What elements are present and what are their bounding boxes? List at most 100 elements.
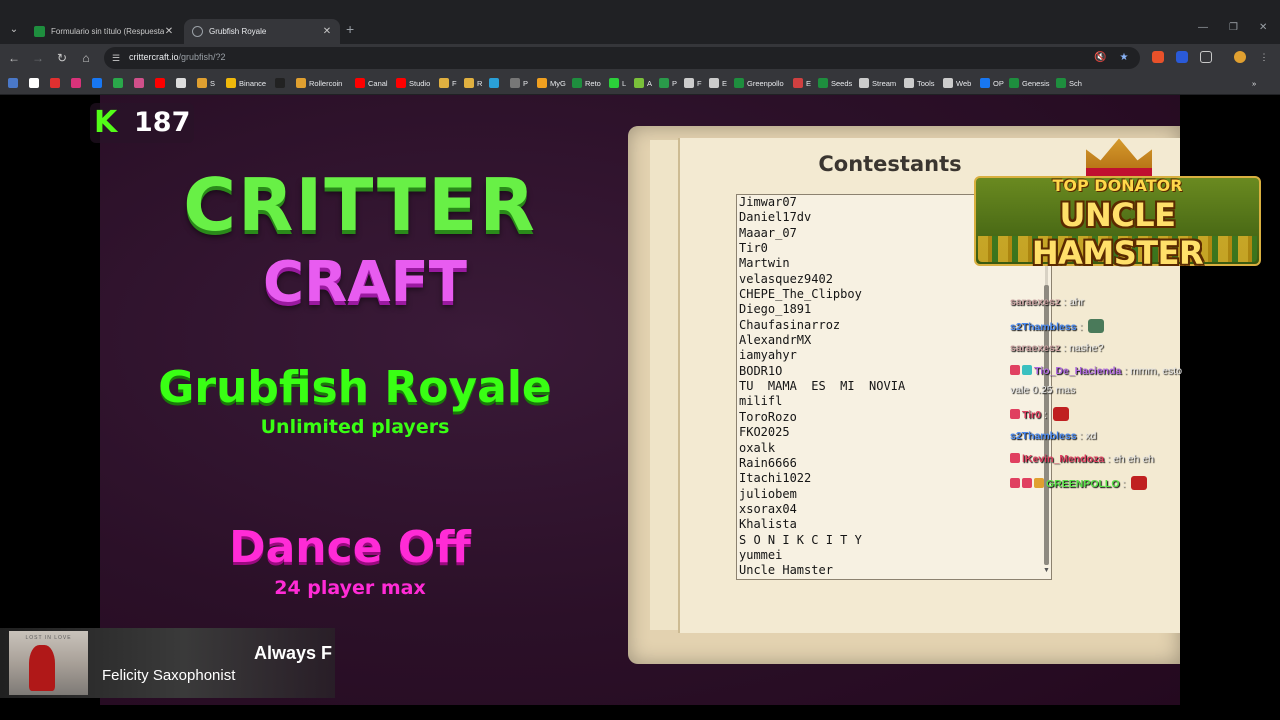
address-bar[interactable]: ☰ crittercraft.io/grubfish/?2 🔇 ★ [104,47,1140,69]
bookmark-item[interactable]: Greenpollo [734,76,784,90]
bookmark-item[interactable] [50,76,63,90]
bookmark-item[interactable]: R [464,76,482,90]
bookmark-item[interactable]: Seeds [818,76,852,90]
bookmark-item[interactable] [176,76,189,90]
chat-message: s2Thambless : xd [1010,430,1096,442]
chat-separator: : [1104,453,1114,465]
mode-dance-off-subtitle: 24 player max [274,577,426,599]
chat-emote-icon [1088,319,1105,333]
bookmarks-bar: S Binance Rollercoin Canal Studio F R P MyG Reto L… [0,72,1280,94]
bookmark-item[interactable]: Rollercoin [296,76,342,90]
bookmark-item[interactable]: L [609,76,626,90]
extensions-puzzle-icon[interactable] [1200,51,1212,63]
chat-text: ahr [1068,296,1085,308]
bookmark-item[interactable]: OP [980,76,1004,90]
chat-badge-icon [1010,365,1020,375]
tab-search-button[interactable]: ⌄ [6,20,22,40]
contestant-entry: Itachi1022 [739,471,812,486]
bookmark-label: Studio [409,78,431,88]
bookmark-item[interactable]: Stream [859,76,896,90]
chat-separator: : [1121,365,1131,377]
bookmark-favicon-icon [197,78,207,88]
tab-formulario[interactable]: Formulario sin título (Respuestas) ✕ [26,19,182,44]
close-tab-icon[interactable]: ✕ [322,26,332,37]
scroll-down-arrow-icon[interactable]: ▼ [1042,567,1051,574]
url-host: crittercraft.io [129,52,179,62]
chat-username[interactable]: s2Thambless [1010,430,1077,442]
back-button[interactable]: ← [6,50,22,66]
reload-button[interactable]: ↻ [54,50,70,66]
bookmark-item[interactable] [489,76,502,90]
chat-username[interactable]: lKevin_Mendoza [1022,453,1104,465]
chat-separator: : [1060,342,1069,354]
bookmark-favicon-icon [155,78,165,88]
bookmark-item[interactable]: Canal [355,76,388,90]
home-button[interactable]: ⌂ [78,50,94,66]
contestant-entry: Khalista [739,517,797,532]
chat-badge-icon [1010,409,1020,419]
bookmark-item[interactable] [8,76,21,90]
bookmark-item[interactable]: Tools [904,76,935,90]
bookmark-favicon-icon [1009,78,1019,88]
bookmark-item[interactable]: Binance [226,76,266,90]
bookmark-item[interactable]: A [634,76,652,90]
chat-message: Tir0 : [1010,407,1069,421]
bookmark-item[interactable] [155,76,168,90]
bookmark-item[interactable]: P [659,76,677,90]
extension-icon[interactable] [1176,51,1188,63]
chat-username[interactable]: GREENPOLLO [1046,478,1120,490]
bookmark-item[interactable]: Sch [1056,76,1082,90]
bookmark-item[interactable]: MyG [537,76,566,90]
contestant-entry: velasquez9402 [739,271,833,286]
bookmark-item[interactable] [92,76,105,90]
bookmark-item[interactable] [29,76,42,90]
bookmark-favicon-icon [980,78,990,88]
bookmark-label: MyG [550,78,566,88]
bookmark-item[interactable]: E [709,76,727,90]
chat-username[interactable]: Tio_De_Hacienda [1034,365,1121,377]
bookmark-item[interactable] [71,76,84,90]
mute-tab-icon[interactable]: 🔇 [1094,52,1106,64]
chat-username[interactable]: saraexesz [1010,342,1060,354]
chat-username[interactable]: Tir0 [1022,409,1041,421]
contestant-entry: Uncle Hamster [739,563,833,578]
chat-username[interactable]: s2Thambless [1010,321,1077,333]
minimize-button[interactable]: — [1198,22,1208,33]
bookmark-item[interactable]: Studio [396,76,430,90]
bookmarks-overflow-button[interactable]: » [1252,76,1256,90]
bookmark-item[interactable]: F [439,76,457,90]
new-tab-button[interactable]: + [346,21,354,37]
close-window-button[interactable]: ✕ [1259,22,1267,33]
bookmark-item[interactable]: F [684,76,702,90]
contestant-entry: juliobem [739,486,797,501]
bookmark-item[interactable]: S [197,76,215,90]
tab-grubfish-royale[interactable]: Grubfish Royale ✕ [184,19,340,44]
forward-button[interactable]: → [30,50,46,66]
close-tab-icon[interactable]: ✕ [164,26,174,37]
contestant-entry: BODR1O [739,363,783,378]
bookmark-item[interactable]: E [793,76,811,90]
site-info-icon[interactable]: ☰ [112,52,124,64]
viewer-count-badge: K 187 [90,103,194,143]
top-donator-banner: TOP DONATOR UNCLE HAMSTER [974,134,1261,272]
restore-button[interactable]: ❐ [1229,22,1238,33]
bookmark-item[interactable]: Web [943,76,971,90]
contestant-entry: FKO2025 [739,425,790,440]
crittercraft-favicon-icon [192,26,203,37]
menu-kebab-icon[interactable]: ⋮ [1258,51,1270,63]
bookmark-item[interactable] [113,76,126,90]
bookmark-label: Stream [872,78,897,88]
profile-avatar-icon[interactable] [1234,51,1246,63]
bookmark-label: Tools [917,78,935,88]
chat-username[interactable]: saraexesz [1010,296,1060,308]
bookmark-item[interactable] [275,76,288,90]
bookmark-item[interactable]: P [510,76,528,90]
bookmark-star-icon[interactable]: ★ [1118,52,1130,64]
bookmark-label: E [722,78,728,88]
bookmark-item[interactable] [134,76,147,90]
bookmark-label: R [477,78,483,88]
bookmark-item[interactable]: Genesis [1009,76,1050,90]
extension-icon[interactable] [1152,51,1164,63]
album-figure [29,645,55,691]
bookmark-item[interactable]: Reto [572,76,601,90]
